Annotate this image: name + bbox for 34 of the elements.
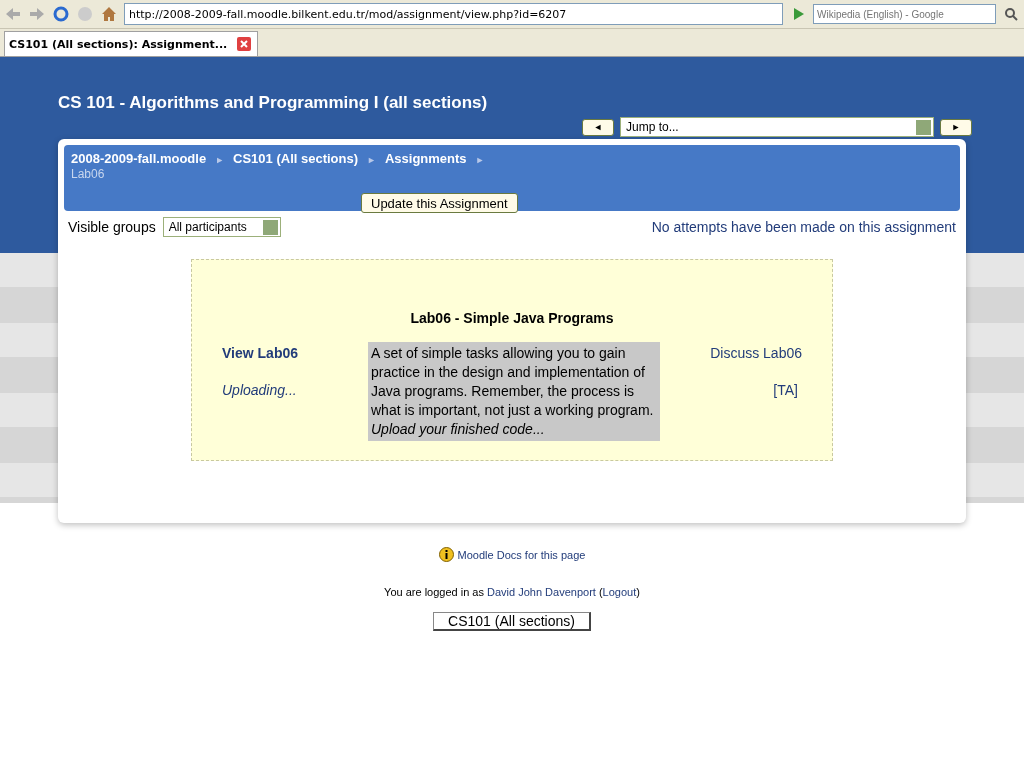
address-bar[interactable]: http://2008-2009-fall.moodle.bilkent.edu.tr/mod/assignment/view.php?id=6207: [124, 3, 783, 25]
course-button[interactable]: CS101 (All sections): [433, 612, 591, 631]
docs-link[interactable]: Moodle Docs for this page: [457, 548, 586, 561]
breadcrumb-link[interactable]: CS101 (All sections): [233, 151, 359, 166]
upload-note: Upload your finished code...: [371, 420, 546, 439]
login-info: You are logged in as David John Davenport (Logout): [384, 586, 640, 598]
login-link[interactable]: David John Davenport: [487, 586, 596, 598]
assignment-title: Lab06 - Simple Java Programs: [409, 310, 615, 326]
info-icon: [438, 547, 454, 562]
breadcrumb-separator: ►: [215, 155, 225, 165]
breadcrumb-link[interactable]: Assignments: [384, 151, 467, 166]
close-icon[interactable]: [235, 35, 253, 53]
discuss-link[interactable]: Discuss Lab06: [710, 345, 802, 361]
search-field[interactable]: Wikipedia (English) - Google: [813, 4, 996, 24]
breadcrumb-link[interactable]: 2008-2009-fall.moodle: [71, 151, 207, 166]
browser-tab[interactable]: CS101 (All sections): Assignment...: [4, 31, 258, 56]
login-link[interactable]: Logout: [602, 586, 637, 598]
forward-icon[interactable]: [28, 5, 46, 23]
status-link[interactable]: Uploading...: [222, 382, 368, 398]
back-icon[interactable]: [4, 5, 22, 23]
breadcrumb-current: Lab06: [71, 167, 106, 181]
search-icon[interactable]: [1002, 5, 1020, 23]
jump-to-select[interactable]: Jump to...: [620, 117, 934, 137]
groups-select[interactable]: All participants: [162, 217, 281, 237]
ta-link[interactable]: [TA]: [773, 382, 798, 398]
description-text: A set of simple tasks allowing you to gain practice in the design and implementation of Java programs. Remember, the process is what is important, not just a working program.: [371, 344, 655, 420]
home-icon[interactable]: [100, 5, 118, 23]
view-link[interactable]: View Lab06: [222, 345, 368, 361]
groups-label: Visible groups: [68, 219, 156, 235]
course-title: CS 101 - Algorithms and Programming I (all sections): [58, 93, 489, 113]
attempts-link[interactable]: No attempts have been made on this assignment: [651, 219, 956, 235]
update-assignment-button[interactable]: Update this Assignment: [361, 193, 518, 213]
breadcrumb-separator: ►: [367, 155, 376, 165]
breadcrumb-separator: ►: [475, 155, 485, 165]
